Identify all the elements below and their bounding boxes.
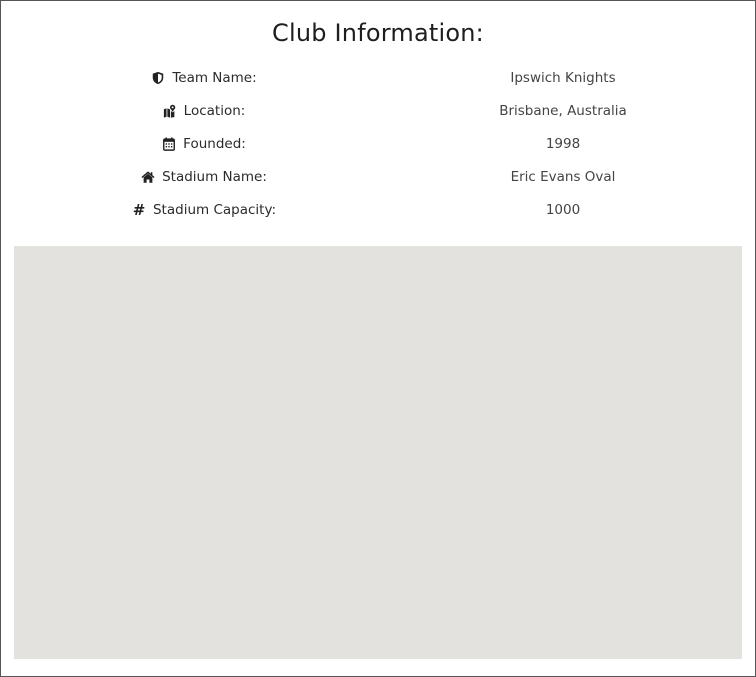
founded-label: Founded: [183, 135, 246, 152]
info-label-cell: Founded: [14, 127, 394, 160]
team-name-value: Ipswich Knights [510, 69, 616, 86]
founded-value: 1998 [545, 135, 581, 152]
map-location-icon [163, 104, 177, 118]
info-row-location: Location: Brisbane, Australia [14, 94, 742, 127]
stadium-capacity-label: Stadium Capacity: [152, 201, 277, 218]
calendar-icon [162, 136, 176, 151]
info-label-cell: Stadium Name: [14, 160, 394, 193]
stadium-capacity-value: 1000 [545, 201, 581, 218]
team-name-label: Team Name: [172, 69, 257, 86]
page-title: Club Information: [272, 19, 484, 47]
info-label-cell: Location: [14, 94, 394, 127]
map-area[interactable] [14, 246, 742, 659]
club-info-table: Team Name: Ipswich Knights Location: Bri… [14, 61, 742, 226]
hash-icon: # [132, 200, 146, 219]
stadium-name-value: Eric Evans Oval [510, 168, 616, 185]
location-value: Brisbane, Australia [499, 102, 627, 119]
info-label-cell: # Stadium Capacity: [14, 193, 394, 226]
club-info-panel: Club Information: Team Name: Ipswich Kni… [0, 0, 756, 677]
info-label-cell: Team Name: [14, 61, 394, 94]
location-label: Location: [183, 102, 246, 119]
shield-icon [151, 71, 165, 85]
info-row-founded: Founded: 1998 [14, 127, 742, 160]
info-row-stadium-name: Stadium Name: Eric Evans Oval [14, 160, 742, 193]
info-row-stadium-capacity: # Stadium Capacity: 1000 [14, 193, 742, 226]
info-row-team-name: Team Name: Ipswich Knights [14, 61, 742, 94]
stadium-name-label: Stadium Name: [162, 168, 267, 185]
home-icon [141, 170, 155, 184]
